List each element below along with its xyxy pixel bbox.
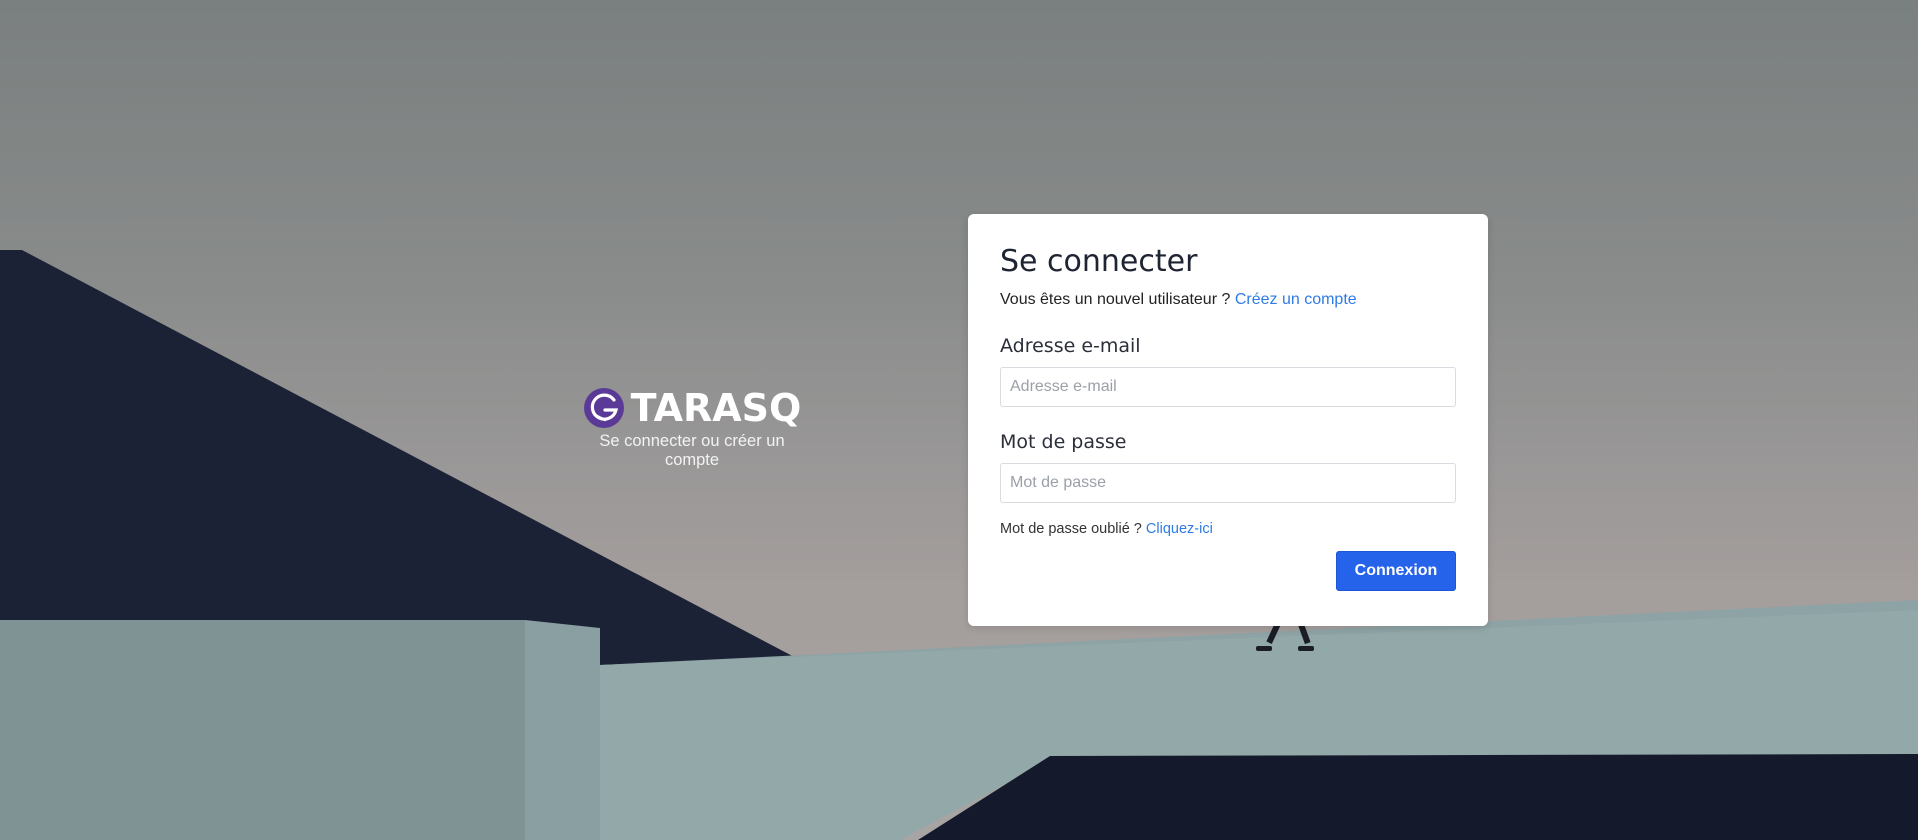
brand-row: TARASQ — [574, 386, 810, 430]
block-left-front — [525, 620, 600, 840]
page-title: Se connecter — [1000, 244, 1198, 279]
new-user-line: Vous êtes un nouvel utilisateur ? Créez … — [1000, 291, 1456, 309]
new-user-text: Vous êtes un nouvel utilisateur ? — [1000, 291, 1231, 308]
login-button[interactable]: Connexion — [1336, 551, 1456, 591]
email-label: Adresse e-mail — [1000, 335, 1141, 357]
roof-bottom — [918, 754, 1918, 840]
forgot-password-link[interactable]: Cliquez-ici — [1146, 521, 1213, 537]
tarasq-logo-icon — [583, 388, 624, 428]
forgot-password-text: Mot de passe oublié ? — [1000, 521, 1142, 537]
background-photo — [0, 250, 1918, 840]
block-left — [0, 620, 525, 840]
brand-name: TARASQ — [630, 386, 802, 430]
password-field[interactable] — [1000, 463, 1456, 503]
actions-row: Connexion — [1000, 551, 1456, 591]
brand-block: TARASQ Se connecter ou créer un compte — [574, 386, 810, 470]
brand-tagline: Se connecter ou créer un compte — [599, 432, 785, 469]
create-account-link[interactable]: Créez un compte — [1235, 291, 1357, 308]
password-label: Mot de passe — [1000, 431, 1127, 453]
login-card: Se connecter Vous êtes un nouvel utilisa… — [968, 214, 1488, 626]
email-field[interactable] — [1000, 367, 1456, 407]
forgot-password-line: Mot de passe oublié ? Cliquez-ici — [1000, 521, 1456, 537]
